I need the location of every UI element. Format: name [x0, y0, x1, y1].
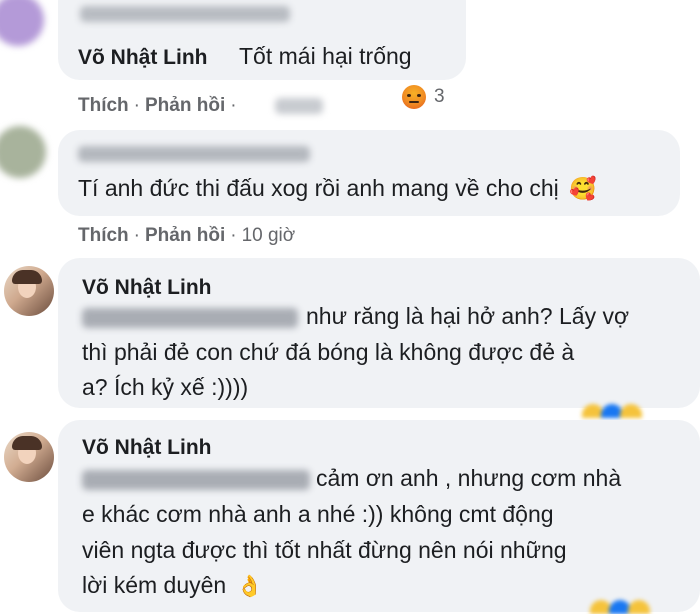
ok-hand-emoji: 👌 — [236, 575, 263, 598]
avatar[interactable] — [4, 266, 54, 316]
avatar[interactable] — [0, 126, 46, 178]
comment-text-line: cảm ơn anh , nhưng cơm nhà — [316, 465, 622, 491]
separator: · — [133, 225, 140, 246]
reaction-icons[interactable] — [582, 404, 642, 418]
comment-text-line: như răng là hại hở anh? Lấy vợ — [306, 303, 630, 329]
separator: · — [230, 225, 237, 246]
blurred-name — [78, 146, 310, 162]
comment-bubble: Tí anh đức thi đấu xog rồi anh mang về c… — [58, 130, 680, 216]
comment-text-line: a? Ích kỷ xế :)))) — [82, 374, 249, 400]
separator: · — [133, 95, 140, 116]
comment-text-line: e khác cơm nhà anh a nhé :)) không cmt đ… — [82, 501, 554, 527]
comment-bubble: Võ Nhật Linh cảm ơn anh , nhưng cơm nhà … — [58, 420, 700, 612]
reaction-summary[interactable]: 3 — [400, 84, 447, 110]
comment-author[interactable]: Võ Nhật Linh — [82, 436, 212, 460]
comment-text-line: thì phải đẻ con chứ đá bóng là không đượ… — [82, 339, 575, 365]
comment-text-line: viên ngta được thì tốt nhất đừng nên nói… — [82, 537, 567, 563]
like-button[interactable]: Thích — [78, 225, 129, 246]
timestamp[interactable]: 10 giờ — [242, 225, 296, 246]
comment-text: Tốt mái hại trống — [239, 43, 412, 69]
blurred-name — [80, 6, 290, 22]
comment-text-line: lời kém duyên 👌 — [82, 572, 263, 598]
angry-reaction-icon — [402, 85, 426, 109]
avatar[interactable] — [0, 0, 44, 46]
reply-button[interactable]: Phản hồi — [145, 95, 225, 116]
reaction-icons[interactable] — [590, 600, 650, 614]
avatar[interactable] — [4, 432, 54, 482]
reply-button[interactable]: Phản hồi — [145, 225, 225, 246]
separator: · — [230, 95, 237, 116]
like-button[interactable]: Thích — [78, 95, 129, 116]
comment-author[interactable]: Võ Nhật Linh — [82, 276, 212, 300]
comment-author[interactable]: Võ Nhật Linh — [78, 46, 208, 70]
comment-bubble: Võ Nhật Linh như răng là hại hở anh? Lấy… — [58, 258, 700, 408]
smiling-face-with-hearts-emoji: 🥰 — [569, 176, 597, 201]
blurred-mention — [82, 470, 310, 490]
blurred-mention — [82, 308, 298, 328]
reaction-count: 3 — [434, 86, 445, 107]
blurred-time — [275, 98, 323, 114]
comment-bubble: Võ Nhật Linh Tốt mái hại trống — [58, 0, 466, 80]
comment-actions: Thích · Phản hồi · 10 giờ — [78, 225, 295, 247]
comment-text: Tí anh đức thi đấu xog rồi anh mang về c… — [78, 175, 597, 201]
comment-actions: Thích · Phản hồi · — [78, 95, 242, 117]
